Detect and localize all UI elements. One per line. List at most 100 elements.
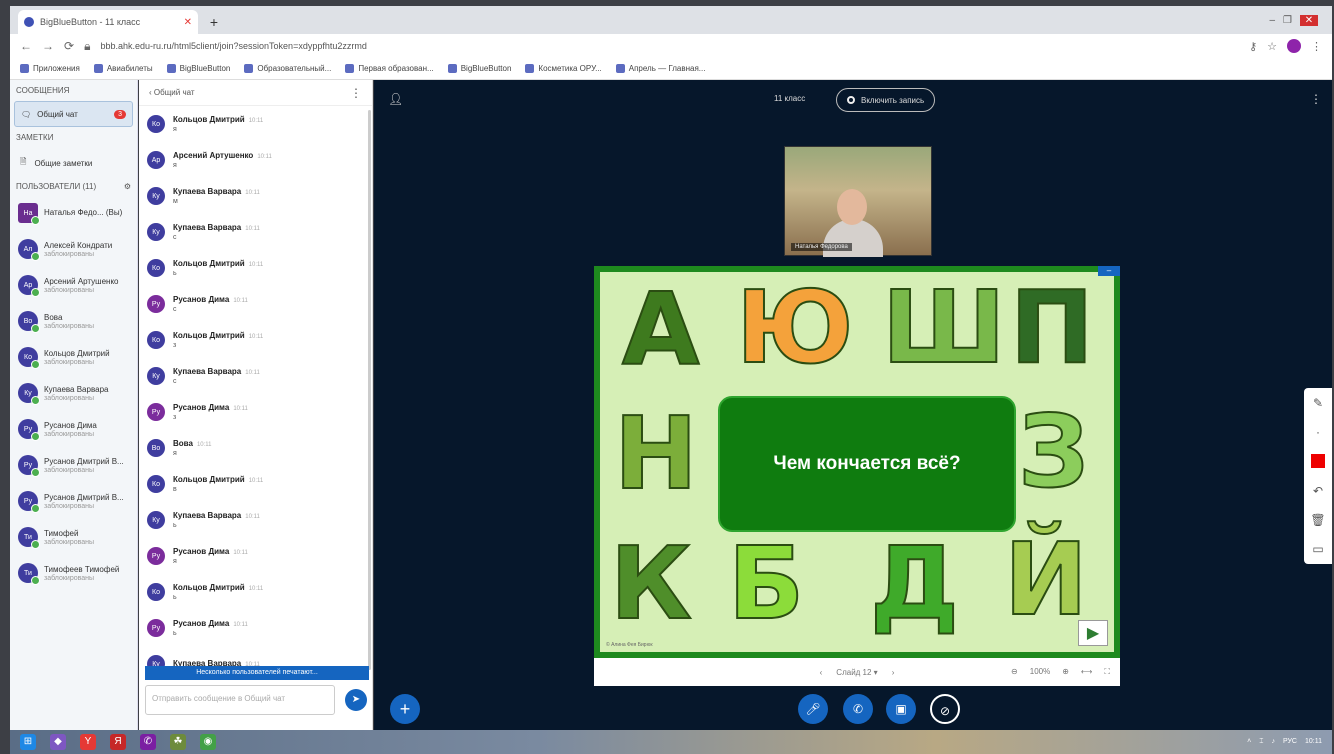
slide-select[interactable]: Слайд 12 ▾ bbox=[836, 668, 877, 677]
user-toggle-icon[interactable]: 👤︎ bbox=[388, 92, 403, 106]
trash-icon[interactable]: 🗑︎ bbox=[1310, 513, 1325, 527]
fullscreen-icon[interactable]: ⛶ bbox=[1104, 667, 1110, 677]
chrome-icon[interactable]: ◉ bbox=[200, 734, 216, 750]
language-indicator[interactable]: РУС bbox=[1283, 738, 1297, 746]
send-message-button[interactable]: ➤ bbox=[345, 689, 367, 711]
user-avatar: Ар bbox=[18, 275, 40, 297]
bookmark-item[interactable]: BigBlueButton bbox=[166, 64, 230, 73]
user-list-item[interactable]: Ко Кольцов Дмитрий заблокированы bbox=[10, 339, 137, 375]
undo-icon[interactable]: ↶ bbox=[1313, 484, 1323, 498]
record-button[interactable]: Включить запись bbox=[836, 88, 936, 112]
url-field[interactable]: bbb.ahk.edu-ru.ru/html5client/join?sessi… bbox=[100, 41, 1239, 51]
phone-audio-button[interactable]: ✆ bbox=[843, 694, 873, 724]
pencil-icon[interactable]: ✎ bbox=[1313, 396, 1323, 410]
maximize-icon[interactable]: ❐ bbox=[1283, 15, 1292, 26]
chat-message: Во Вова 10:11 я bbox=[139, 430, 365, 466]
user-list-item[interactable]: На Наталья Федо... (Вы) bbox=[10, 195, 137, 231]
zoom-in-icon[interactable]: ⊕ bbox=[1062, 667, 1069, 677]
shared-notes-item[interactable]: 🗎︎ Общие заметки bbox=[10, 148, 137, 178]
viber-icon[interactable]: ✆ bbox=[140, 734, 156, 750]
bookmark-apps[interactable]: Приложения bbox=[20, 64, 80, 73]
clock[interactable]: 10:11 bbox=[1305, 738, 1322, 746]
message-time: 10:11 bbox=[233, 550, 248, 556]
window-close-icon[interactable]: ✕ bbox=[1300, 15, 1318, 26]
bookmark-item[interactable]: BigBlueButton bbox=[447, 64, 511, 73]
new-tab-icon[interactable]: + bbox=[206, 14, 222, 30]
user-list-item[interactable]: Ти Тимофей заблокированы bbox=[10, 519, 137, 555]
message-author: Русанов Дима bbox=[173, 295, 230, 304]
chat-title[interactable]: Общий чат bbox=[154, 88, 195, 97]
slide-letter: П bbox=[1009, 272, 1095, 386]
play-icon[interactable]: ▶ bbox=[1078, 620, 1108, 646]
camera-button[interactable]: ▣ bbox=[886, 694, 916, 724]
actions-plus-button[interactable]: + bbox=[390, 694, 420, 724]
user-list-item[interactable]: Ру Русанов Дмитрий В... заблокированы bbox=[10, 483, 137, 519]
chat-scrollbar[interactable] bbox=[368, 110, 371, 670]
volume-icon[interactable]: ♪ bbox=[1271, 738, 1275, 746]
bookmark-item[interactable]: Образовательный... bbox=[244, 64, 331, 73]
chat-options-icon[interactable]: ⋮ bbox=[350, 86, 362, 100]
app-icon[interactable]: ☘ bbox=[170, 734, 186, 750]
message-time: 10:11 bbox=[248, 478, 264, 484]
chat-message-input[interactable]: Отправить сообщение в Общий чат bbox=[145, 685, 335, 715]
message-author: Кольцов Дмитрий bbox=[173, 115, 245, 124]
profile-avatar[interactable] bbox=[1287, 39, 1301, 53]
options-menu-icon[interactable]: ⋮ bbox=[1310, 92, 1322, 106]
prev-slide-icon[interactable]: ‹ bbox=[820, 668, 823, 677]
message-time: 10:11 bbox=[248, 262, 264, 268]
user-list-item[interactable]: Ар Арсений Артушенко заблокированы bbox=[10, 267, 137, 303]
key-icon[interactable]: ⚷ bbox=[1249, 40, 1257, 53]
next-slide-icon[interactable]: › bbox=[892, 668, 895, 677]
user-name: Вова bbox=[44, 312, 63, 322]
minimize-icon[interactable]: – bbox=[1269, 15, 1275, 26]
screen-share-button[interactable]: ⊘ bbox=[930, 694, 960, 724]
tray-arrow-icon[interactable]: ˄ bbox=[1247, 738, 1251, 746]
multi-user-whiteboard-icon[interactable]: ▭ bbox=[1312, 542, 1323, 556]
message-avatar: Ку bbox=[147, 223, 165, 241]
color-picker-red[interactable] bbox=[1311, 454, 1325, 469]
settings-gear-icon[interactable]: ⚙ bbox=[124, 182, 131, 191]
zoom-out-icon[interactable]: ⊖ bbox=[1011, 667, 1018, 677]
bookmark-item[interactable]: Первая образован... bbox=[345, 64, 434, 73]
bookmark-icon bbox=[166, 64, 176, 73]
bookmarks-bar: Приложения Авиабилеты BigBlueButton Обра… bbox=[10, 58, 1332, 80]
user-avatar: Ру bbox=[18, 491, 40, 513]
star-icon[interactable]: ☆ bbox=[1267, 40, 1277, 53]
user-list-item[interactable]: Ру Русанов Дима заблокированы bbox=[10, 411, 137, 447]
windows-start-icon[interactable]: ⊞ bbox=[20, 734, 36, 750]
forward-icon[interactable]: → bbox=[42, 39, 54, 53]
minimize-presentation-button[interactable]: – bbox=[1098, 266, 1120, 276]
message-time: 10:11 bbox=[257, 154, 272, 160]
reload-icon[interactable]: ⟳ bbox=[64, 39, 74, 53]
thickness-icon[interactable]: · bbox=[1316, 425, 1320, 439]
user-avatar: Ти bbox=[18, 527, 40, 549]
network-icon[interactable]: ⌶ bbox=[1259, 738, 1263, 746]
alice-icon[interactable]: ◆ bbox=[50, 734, 66, 750]
message-avatar: Ар bbox=[147, 151, 165, 169]
user-list-item[interactable]: Ку Купаева Варвара заблокированы bbox=[10, 375, 137, 411]
user-list-item[interactable]: Ру Русанов Дмитрий В... заблокированы bbox=[10, 447, 137, 483]
system-tray: ˄ ⌶ ♪ РУС 10:11 bbox=[1247, 738, 1322, 746]
menu-icon[interactable]: ⋮ bbox=[1311, 40, 1322, 53]
bookmark-item[interactable]: Косметика ОРУ... bbox=[525, 64, 602, 73]
back-icon[interactable]: ← bbox=[20, 39, 32, 53]
lock-icon: 🔒︎ bbox=[84, 38, 91, 53]
webcam-video[interactable]: Наталья Федорова bbox=[784, 146, 932, 257]
browser-tab[interactable]: BigBlueButton - 11 класс ✕ bbox=[18, 10, 198, 34]
slide-letter: Б bbox=[727, 525, 805, 642]
yandex-browser-icon[interactable]: Я bbox=[110, 734, 126, 750]
user-list-item[interactable]: Ал Алексей Кондрати заблокированы bbox=[10, 231, 137, 267]
user-name: Алексей Кондрати bbox=[44, 240, 113, 250]
microphone-button[interactable]: 🎤︎ bbox=[798, 694, 828, 724]
presentation-slide: А Ю Ш П Н З К Б Д Й Чем кончается всё? ▶… bbox=[594, 266, 1120, 658]
tab-close-icon[interactable]: ✕ bbox=[184, 17, 192, 28]
message-author: Купаева Варвара bbox=[173, 223, 242, 232]
user-list-item[interactable]: Ти Тимофеев Тимофей заблокированы bbox=[10, 555, 137, 591]
yandex-icon[interactable]: Y bbox=[80, 734, 96, 750]
fit-width-icon[interactable]: ⟷ bbox=[1081, 667, 1092, 677]
user-list-item[interactable]: Во Вова заблокированы bbox=[10, 303, 137, 339]
bookmark-item[interactable]: Авиабилеты bbox=[93, 64, 153, 73]
bookmark-item[interactable]: Апрель — Главная... bbox=[615, 64, 705, 73]
public-chat-item[interactable]: 🗨︎ Общий чат 3 bbox=[14, 101, 133, 127]
user-status: заблокированы bbox=[44, 250, 95, 258]
